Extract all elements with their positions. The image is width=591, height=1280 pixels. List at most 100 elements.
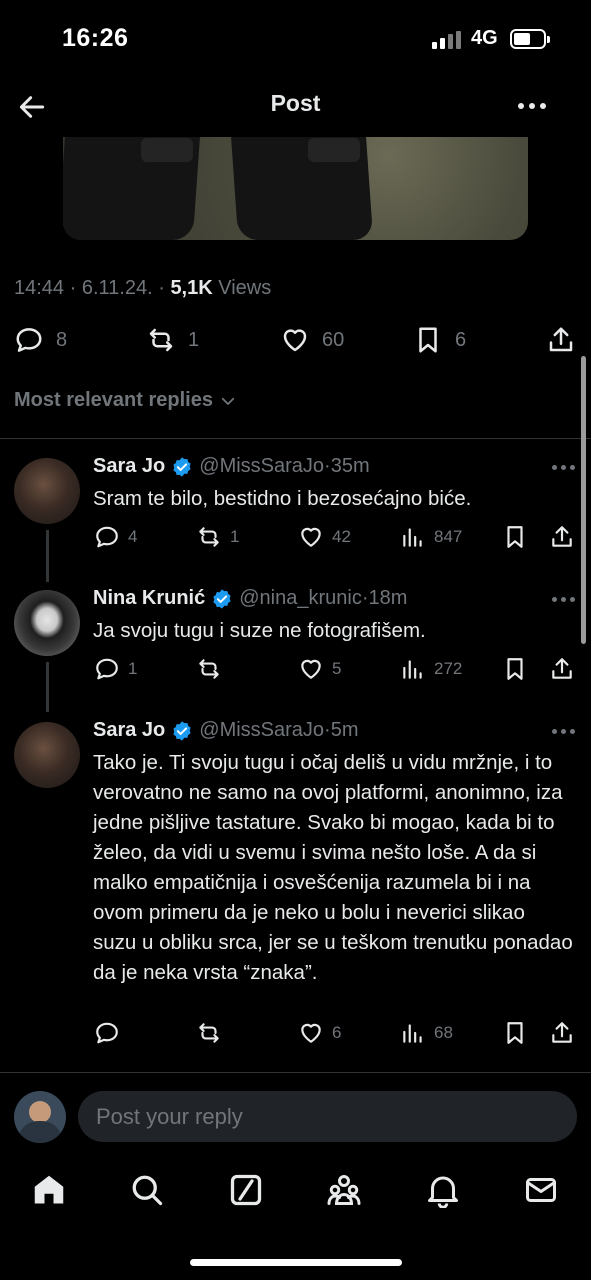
bookmark-button[interactable] [502, 656, 528, 682]
share-button[interactable] [549, 1020, 575, 1046]
views-count: 5,1K [170, 277, 213, 299]
chevron-down-icon [221, 397, 235, 405]
bookmark-button[interactable]: 6 [413, 325, 466, 355]
reply-time: 18m [368, 587, 408, 609]
repost-icon [199, 659, 219, 679]
notifications-icon [428, 1176, 458, 1209]
like-button[interactable]: 60 [280, 325, 344, 355]
avatar[interactable] [14, 722, 80, 788]
share-icon [552, 658, 572, 679]
scrollbar[interactable] [581, 356, 586, 644]
like-button[interactable]: 5 [298, 656, 341, 682]
reply-author-handle[interactable]: @nina_krunic [239, 587, 362, 610]
verified-icon [173, 456, 191, 477]
reply-more-icon[interactable] [552, 465, 575, 470]
reply-button[interactable]: 4 [94, 524, 137, 550]
repost-icon [199, 1023, 219, 1043]
tab-search[interactable] [129, 1172, 165, 1208]
reply-time: 5m [330, 719, 359, 741]
communities-icon [327, 1175, 361, 1205]
tab-communities[interactable] [326, 1172, 362, 1208]
reply-icon [96, 526, 118, 548]
tab-grok[interactable] [228, 1172, 264, 1208]
reply-button[interactable]: 1 [94, 656, 137, 682]
reply-author-name[interactable]: Sara Jo [93, 455, 165, 478]
views-count: 847 [434, 527, 463, 546]
share-button[interactable] [549, 524, 575, 550]
like-icon [301, 527, 321, 547]
bookmark-button[interactable] [502, 524, 528, 550]
share-button[interactable] [546, 325, 576, 355]
bookmark-count: 6 [455, 328, 467, 351]
like-count: 6 [332, 1023, 342, 1042]
views-button[interactable]: 847 [400, 524, 462, 550]
reply-author-name[interactable]: Nina Krunić [93, 587, 205, 610]
bookmark-icon [507, 1022, 523, 1044]
repost-button[interactable]: 1 [196, 524, 239, 550]
like-icon [301, 659, 321, 679]
like-count: 60 [322, 328, 345, 351]
avatar[interactable] [14, 1091, 66, 1143]
more-icon[interactable] [518, 103, 546, 109]
repost-button[interactable] [196, 656, 230, 682]
reply-button[interactable]: 8 [14, 325, 67, 355]
tab-notifications[interactable] [425, 1172, 461, 1209]
repost-icon [149, 328, 173, 352]
bottom-tab-bar [0, 1160, 591, 1220]
network-type: 4G [471, 27, 498, 49]
repost-icon [199, 527, 219, 547]
reply-input[interactable] [78, 1091, 577, 1142]
bookmark-icon [507, 526, 523, 548]
post-time: 14:44 [14, 277, 65, 299]
reply-actions: 6 68 [0, 1020, 591, 1050]
repost-button[interactable] [196, 1020, 230, 1046]
views-button[interactable]: 68 [400, 1020, 453, 1046]
share-icon [552, 526, 572, 547]
share-icon [549, 327, 573, 352]
reply-count: 4 [128, 527, 138, 546]
like-button[interactable]: 42 [298, 524, 351, 550]
reply-author-handle[interactable]: @MissSaraJo [199, 455, 324, 478]
top-nav: Post [0, 75, 591, 137]
reply-more-icon[interactable] [552, 597, 575, 602]
like-icon [301, 1023, 321, 1043]
avatar[interactable] [14, 458, 80, 524]
avatar[interactable] [14, 590, 80, 656]
reply-icon [16, 328, 42, 352]
sort-replies-dropdown[interactable]: Most relevant replies [14, 389, 237, 412]
home-indicator[interactable] [190, 1259, 402, 1266]
divider [0, 438, 591, 439]
views-icon [403, 1024, 422, 1043]
reply-author-handle[interactable]: @MissSaraJo [199, 719, 324, 742]
reply-time: 35m [330, 455, 370, 477]
views-label: Views [218, 277, 272, 299]
bookmark-button[interactable] [502, 1020, 528, 1046]
reply-actions: 4 1 42 847 [0, 524, 591, 554]
like-button[interactable]: 6 [298, 1020, 341, 1046]
views-icon [403, 660, 422, 679]
reply-text: Sram te bilo, bestidno i bezosećajno bić… [93, 487, 472, 510]
reply-icon [96, 658, 118, 680]
reply-count: 8 [56, 328, 68, 351]
repost-button[interactable]: 1 [146, 325, 199, 355]
post-meta: 14:44 · 6.11.24. · 5,1K Views [14, 277, 272, 299]
like-count: 5 [332, 659, 342, 678]
tab-messages[interactable] [523, 1172, 559, 1208]
share-button[interactable] [549, 656, 575, 682]
reply-button[interactable] [94, 1020, 128, 1046]
bookmark-icon [419, 327, 437, 353]
reply-author-name[interactable]: Sara Jo [93, 719, 165, 742]
post-actions: 8 1 60 6 [0, 322, 591, 362]
views-button[interactable]: 272 [400, 656, 462, 682]
home-icon [34, 1175, 64, 1204]
grok-icon [230, 1174, 262, 1206]
page-title: Post [270, 90, 321, 116]
sort-label: Most relevant replies [14, 389, 213, 411]
divider [0, 1072, 591, 1073]
tab-home[interactable] [31, 1172, 67, 1208]
reply-icon [96, 1022, 118, 1044]
views-icon [403, 528, 422, 547]
signal-icon [432, 31, 462, 49]
reply-more-icon[interactable] [552, 729, 575, 734]
reply-text: Ja svoju tugu i suze ne fotografišem. [93, 619, 426, 642]
